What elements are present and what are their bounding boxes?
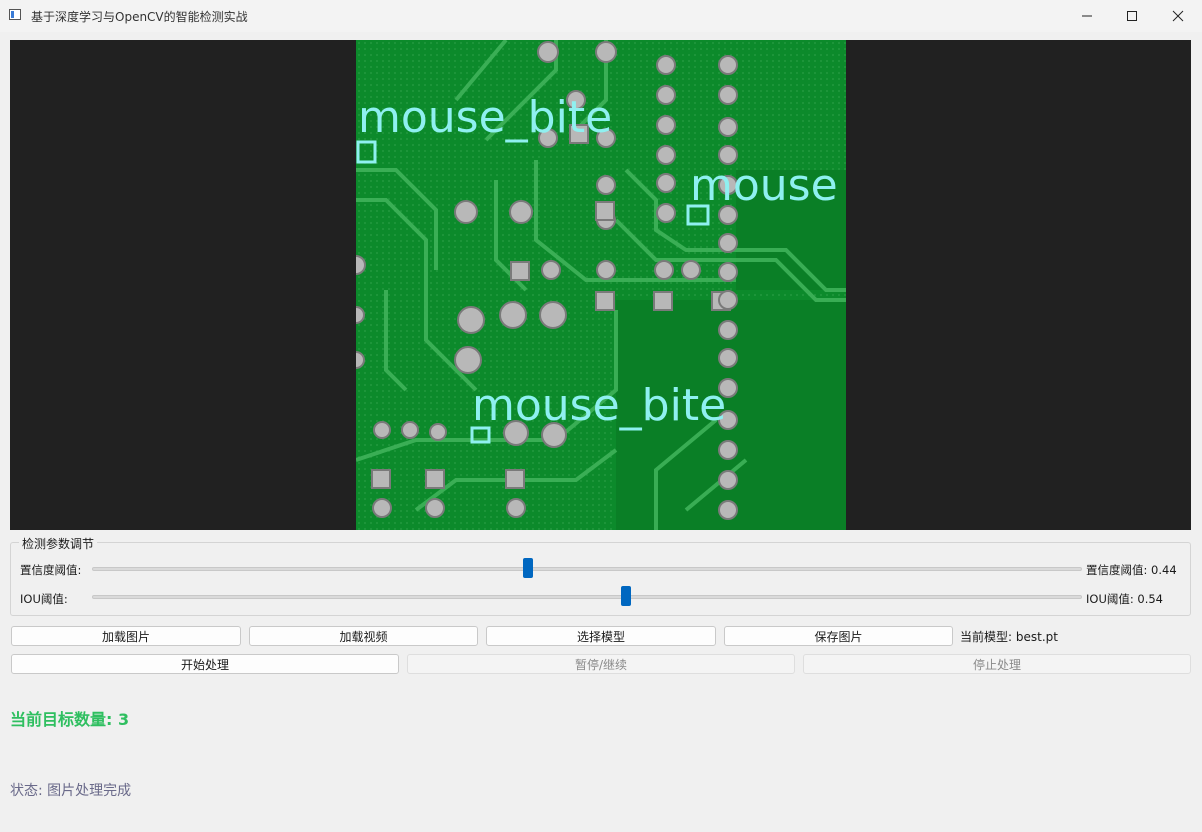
detection-label: mouse_bite xyxy=(472,380,727,431)
status-label: 状态: 图片处理完成 xyxy=(10,783,132,799)
confidence-slider-handle[interactable] xyxy=(523,558,534,578)
confidence-slider[interactable] xyxy=(92,567,1082,571)
save-image-button[interactable]: 保存图片 xyxy=(724,626,953,646)
stop-button[interactable]: 停止处理 xyxy=(803,654,1191,674)
minimize-icon xyxy=(1082,15,1092,17)
detection-params-group: 检测参数调节 置信度阈值: 置信度阈值: 0.44 IOU阈值: IOU阈值: … xyxy=(10,535,1191,616)
current-model-label: 当前模型: best.pt xyxy=(960,630,1058,644)
load-image-button[interactable]: 加载图片 xyxy=(11,626,241,646)
close-icon xyxy=(1172,10,1184,22)
window-title: 基于深度学习与OpenCV的智能检测实战 xyxy=(31,10,248,24)
minimize-button[interactable] xyxy=(1064,0,1110,32)
title-bar: 基于深度学习与OpenCV的智能检测实战 xyxy=(0,0,1202,32)
iou-slider-handle[interactable] xyxy=(621,586,632,606)
select-model-button[interactable]: 选择模型 xyxy=(486,626,716,646)
image-display: mouse_bite mouse mouse_bite xyxy=(10,40,1191,530)
load-video-button[interactable]: 加载视频 xyxy=(249,626,478,646)
detection-label: mouse_bite xyxy=(358,92,613,143)
group-title: 检测参数调节 xyxy=(19,535,98,552)
target-count-label: 当前目标数量: 3 xyxy=(10,710,130,729)
iou-label: IOU阈值: xyxy=(20,592,68,606)
start-button[interactable]: 开始处理 xyxy=(11,654,399,674)
close-button[interactable] xyxy=(1155,0,1201,32)
iou-value: IOU阈值: 0.54 xyxy=(1086,592,1163,606)
detection-label: mouse xyxy=(690,160,838,211)
maximize-icon xyxy=(1127,11,1137,21)
confidence-label: 置信度阈值: xyxy=(20,563,82,577)
app-window-icon xyxy=(9,9,21,20)
pcb-image: mouse_bite mouse mouse_bite xyxy=(356,40,846,530)
iou-slider[interactable] xyxy=(92,595,1082,599)
pause-resume-button[interactable]: 暂停/继续 xyxy=(407,654,795,674)
confidence-value: 置信度阈值: 0.44 xyxy=(1086,563,1177,577)
maximize-button[interactable] xyxy=(1109,0,1155,32)
